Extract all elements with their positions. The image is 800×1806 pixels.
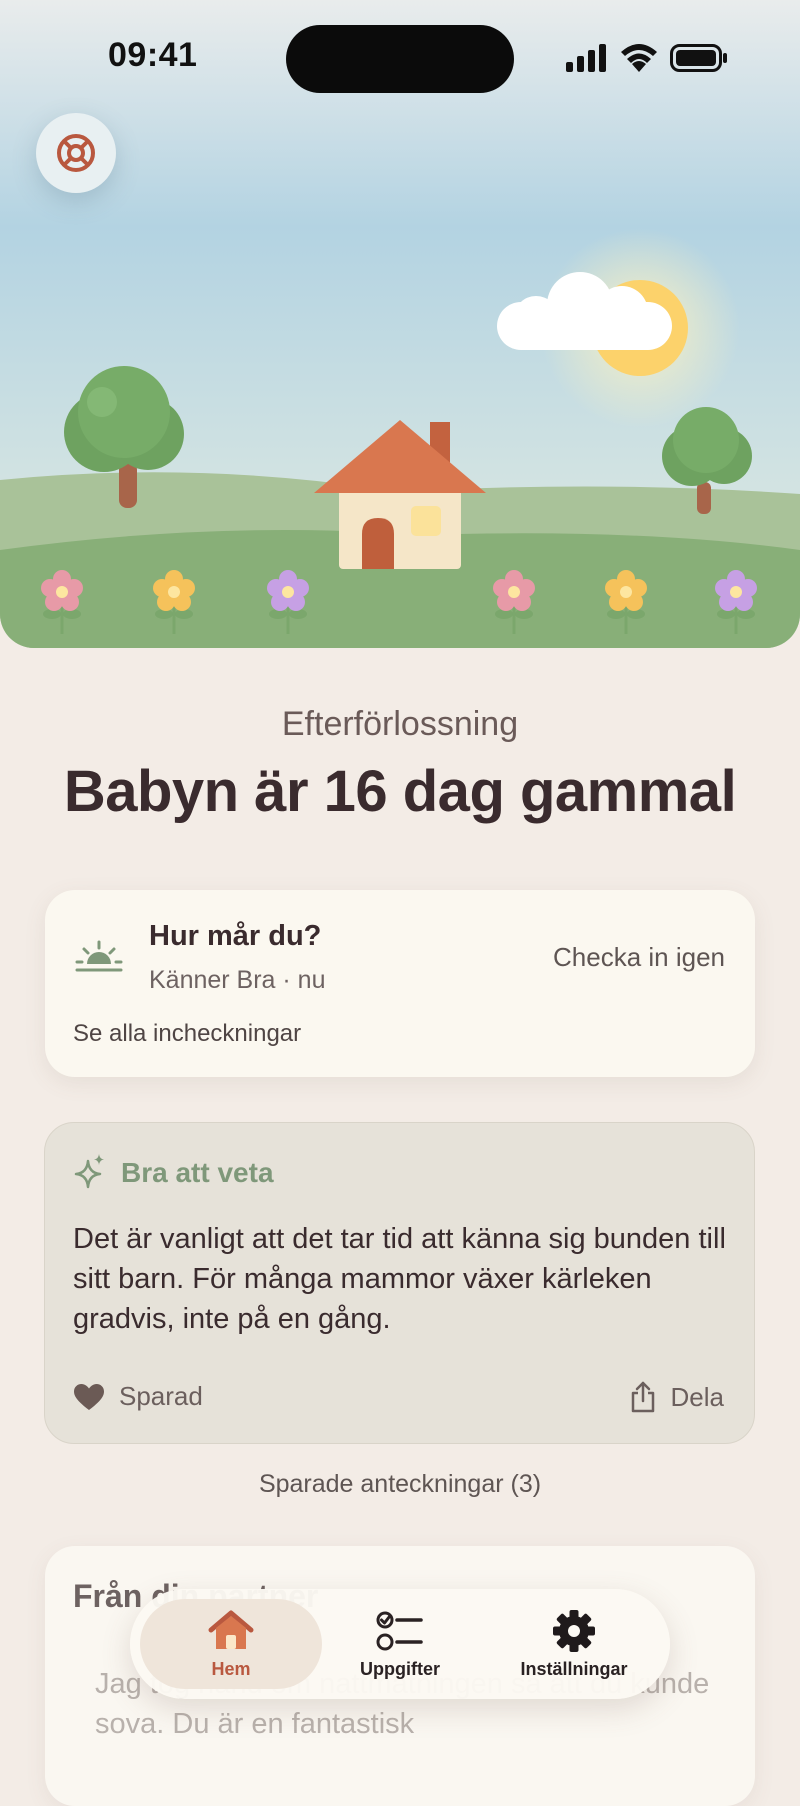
- status-time: 09:41: [108, 36, 198, 74]
- dynamic-island: [286, 25, 514, 93]
- see-all-checkins-link[interactable]: Se alla incheckningar: [73, 1020, 301, 1048]
- tab-tasks-label: Uppgifter: [360, 1658, 440, 1679]
- checkin-again-button[interactable]: Checka in igen: [553, 942, 725, 973]
- help-button[interactable]: [36, 113, 116, 193]
- checkin-status: Känner Bra · nu: [149, 966, 326, 994]
- phase-label: Efterförlossning: [281, 705, 519, 743]
- heart-icon: [74, 1383, 104, 1410]
- tab-tasks[interactable]: Uppgifter: [312, 1589, 488, 1699]
- checklist-icon: [376, 1611, 423, 1650]
- saved-button[interactable]: Sparad: [73, 1381, 203, 1412]
- signal-icon: [566, 44, 608, 77]
- battery-icon: [670, 44, 728, 77]
- tab-home-label: Hem: [211, 1658, 251, 1679]
- share-label: Dela: [670, 1381, 724, 1412]
- page-title: Babyn är 16 dag gammal: [63, 759, 737, 824]
- lifebuoy-icon: [57, 134, 95, 172]
- share-icon: [631, 1381, 654, 1413]
- hero-illustration: [0, 0, 800, 648]
- tab-settings[interactable]: Inställningar: [488, 1589, 660, 1699]
- wifi-icon: [620, 42, 658, 77]
- saved-label: Sparad: [119, 1381, 203, 1411]
- checkin-title: Hur mår du?: [149, 920, 322, 952]
- checkin-card: Hur mår du? Känner Bra · nu Checka in ig…: [45, 890, 755, 1077]
- gear-icon: [553, 1609, 595, 1652]
- tip-card: Bra att veta Det är vanligt att det tar …: [44, 1122, 755, 1444]
- sparkle-icon: [74, 1154, 104, 1189]
- tip-body: Det är vanligt att det tar tid att känna…: [73, 1223, 726, 1335]
- tab-home[interactable]: Hem: [140, 1589, 322, 1699]
- sunrise-icon: [75, 940, 123, 972]
- saved-notes-link[interactable]: Sparade anteckningar (3): [0, 1470, 800, 1499]
- share-button[interactable]: Dela: [629, 1381, 724, 1413]
- tab-bar: Hem Uppgifter Inställningar: [130, 1589, 670, 1699]
- tab-settings-label: Inställningar: [520, 1658, 628, 1679]
- tip-title: Bra att veta: [121, 1157, 274, 1188]
- home-icon: [208, 1610, 254, 1649]
